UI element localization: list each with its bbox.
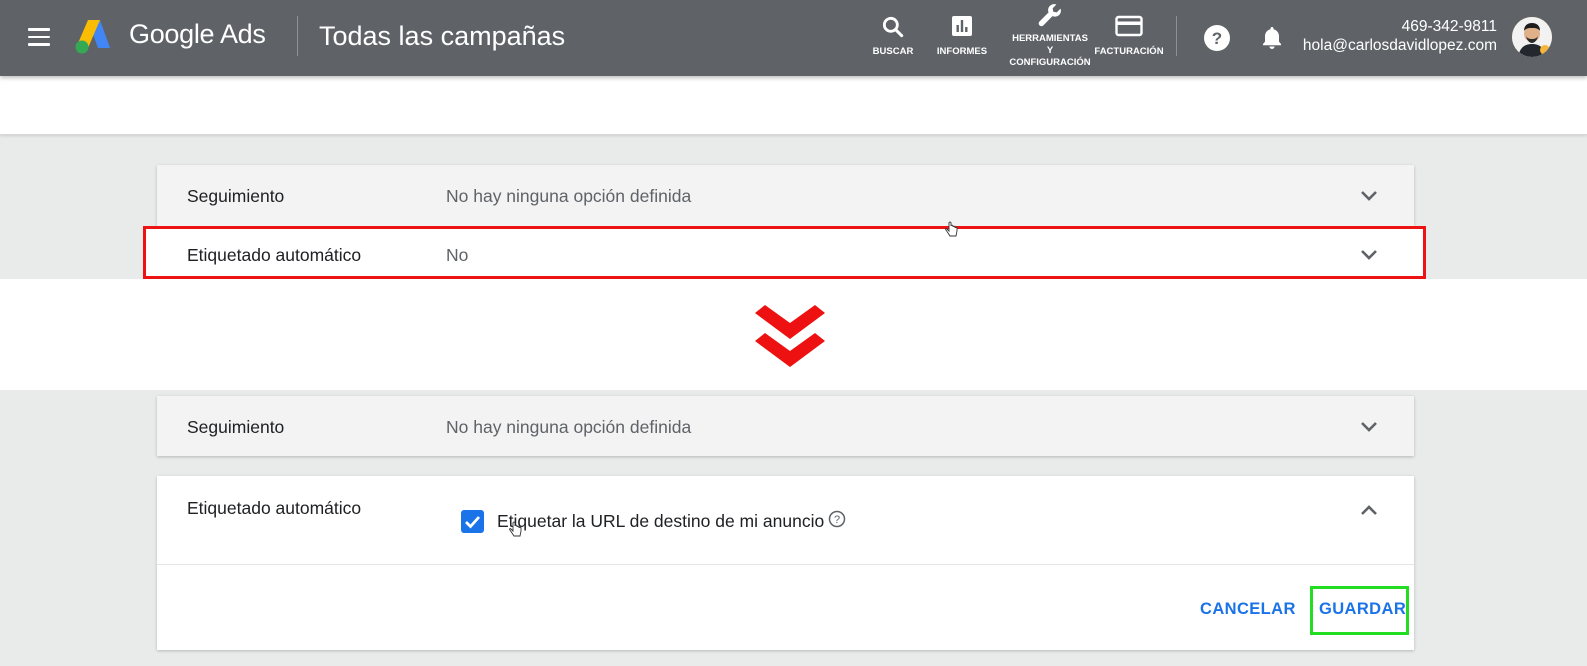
- billing-button[interactable]: FACTURACIÓN: [1094, 0, 1164, 76]
- auto-tagging-checkbox-label[interactable]: Etiquetar la URL de destino de mi anunci…: [497, 511, 824, 532]
- account-email: hola@carlosdavidlopez.com: [1302, 37, 1497, 54]
- double-chevron-down-icon: [755, 305, 825, 367]
- wrench-icon: [1038, 4, 1061, 27]
- cancel-button[interactable]: CANCELAR: [1200, 600, 1296, 619]
- credit-card-icon: [1115, 15, 1143, 37]
- chevron-down-icon[interactable]: [1360, 249, 1378, 261]
- check-icon: [465, 516, 481, 529]
- auto-tagging-value: No: [446, 245, 469, 265]
- tools-label-line3: CONFIGURACIÓN: [1009, 57, 1091, 68]
- chevron-up-icon[interactable]: [1360, 504, 1378, 516]
- header-divider: [297, 16, 298, 56]
- svg-text:?: ?: [1212, 29, 1222, 48]
- user-photo-icon: [1512, 17, 1552, 57]
- reports-button[interactable]: INFORMES: [934, 0, 990, 76]
- panel-divider: [157, 564, 1414, 565]
- account-phone: 469-342-9811: [1401, 18, 1497, 35]
- brand-name[interactable]: Google Ads: [129, 19, 266, 50]
- save-button-highlight: [1310, 586, 1409, 635]
- avatar[interactable]: [1512, 17, 1552, 57]
- auto-tagging-checkbox[interactable]: [461, 510, 484, 533]
- hand-cursor-icon: [945, 221, 958, 237]
- transition-band: [0, 279, 1587, 390]
- campaign-settings-header-strip: [0, 76, 1587, 135]
- chevron-down-icon[interactable]: [1360, 421, 1378, 433]
- auto-tagging-setting-row-before[interactable]: Etiquetado automático No: [157, 229, 1414, 276]
- auto-tagging-label: Etiquetado automático: [187, 498, 362, 518]
- chevron-down-icon[interactable]: [1360, 190, 1378, 202]
- reports-icon: [952, 16, 972, 36]
- page-title: Todas las campañas: [319, 21, 566, 51]
- tools-label-line1: HERRAMIENTAS: [1012, 33, 1088, 44]
- tracking-value: No hay ninguna opción definida: [446, 417, 692, 437]
- auto-tagging-label: Etiquetado automático: [187, 245, 362, 265]
- tracking-label: Seguimiento: [187, 417, 285, 437]
- search-label: BUSCAR: [872, 46, 914, 57]
- search-button[interactable]: BUSCAR: [868, 0, 918, 76]
- hand-cursor-icon: [509, 521, 522, 537]
- tracking-value: No hay ninguna opción definida: [446, 186, 692, 206]
- help-icon[interactable]: ?: [1203, 24, 1231, 52]
- top-app-bar: Google Ads Todas las campañas BUSCAR INF…: [0, 0, 1587, 76]
- tracking-setting-row-after[interactable]: Seguimiento No hay ninguna opción defini…: [157, 396, 1414, 456]
- billing-label: FACTURACIÓN: [1094, 46, 1164, 57]
- reports-label: INFORMES: [936, 46, 988, 57]
- help-outline-icon[interactable]: ?: [828, 510, 846, 528]
- tools-settings-button[interactable]: HERRAMIENTAS Y CONFIGURACIÓN: [1006, 0, 1094, 76]
- tracking-label: Seguimiento: [187, 186, 285, 206]
- tracking-setting-row-before[interactable]: Seguimiento No hay ninguna opción defini…: [157, 165, 1414, 226]
- notifications-bell-icon[interactable]: [1258, 24, 1286, 52]
- header-divider-2: [1176, 16, 1177, 56]
- search-icon: [882, 16, 904, 38]
- svg-text:?: ?: [834, 514, 840, 526]
- account-info[interactable]: 469-342-9811 hola@carlosdavidlopez.com: [1303, 17, 1497, 55]
- hamburger-menu-icon[interactable]: [28, 28, 52, 48]
- auto-tagging-expanded-panel: Etiquetado automático Etiquetar la URL d…: [157, 476, 1414, 650]
- google-ads-logo-icon: [75, 20, 110, 54]
- tools-label-line2: Y: [1046, 45, 1054, 56]
